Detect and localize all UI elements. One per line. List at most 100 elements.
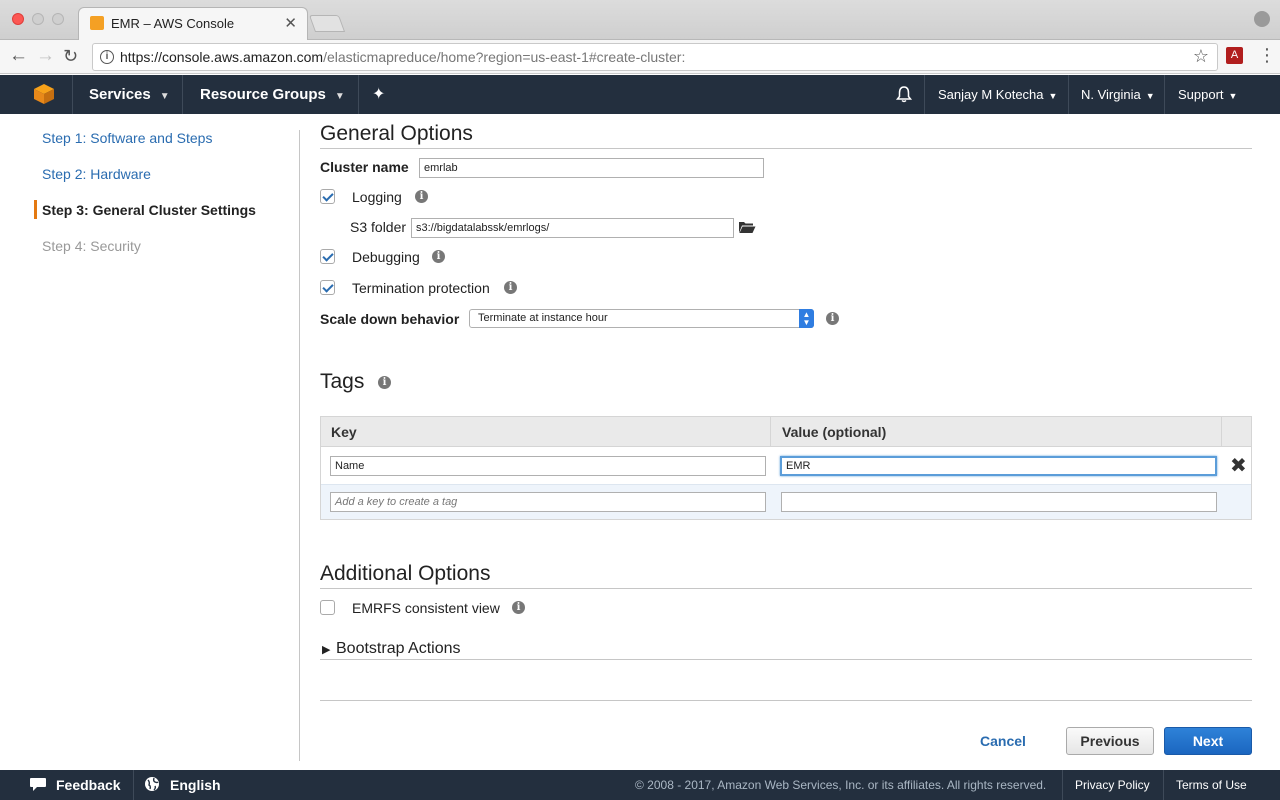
logging-checkbox[interactable] bbox=[320, 189, 335, 204]
next-button[interactable]: Next bbox=[1164, 727, 1252, 755]
profile-icon[interactable] bbox=[1254, 11, 1270, 27]
url-text: https://console.aws.amazon.com/elasticma… bbox=[120, 49, 685, 65]
region-menu[interactable]: N. Virginia ▼ bbox=[1081, 87, 1155, 102]
browser-menu-icon[interactable]: ⋮ bbox=[1258, 45, 1276, 65]
chevron-down-icon: ▼ bbox=[159, 91, 170, 102]
privacy-policy-link[interactable]: Privacy Policy bbox=[1075, 778, 1150, 792]
back-arrow-icon[interactable]: ← bbox=[9, 44, 28, 68]
emrfs-checkbox[interactable] bbox=[320, 600, 335, 615]
s3-folder-input[interactable]: s3://bigdatalabssk/emrlogs/ bbox=[411, 218, 734, 238]
aws-cube-logo-icon[interactable] bbox=[33, 83, 55, 105]
section-divider bbox=[320, 659, 1252, 660]
tab-close-icon[interactable]: ✕ bbox=[284, 14, 297, 32]
tag-value-input[interactable]: EMR bbox=[780, 456, 1217, 476]
info-icon[interactable]: i bbox=[512, 601, 525, 614]
tag-key-input[interactable]: Name bbox=[330, 456, 766, 476]
feedback-link[interactable]: Feedback bbox=[56, 777, 121, 793]
nav-separator bbox=[1068, 75, 1069, 114]
emrfs-label: EMRFS consistent view bbox=[352, 600, 500, 616]
nav-separator bbox=[924, 75, 925, 114]
folder-open-icon[interactable] bbox=[738, 220, 756, 234]
new-tag-key-placeholder: Add a key to create a tag bbox=[335, 496, 458, 508]
tags-table-header: Key Value (optional) bbox=[321, 417, 1251, 447]
forward-arrow-icon[interactable]: → bbox=[36, 44, 55, 68]
minimize-window-button[interactable] bbox=[32, 13, 44, 25]
info-icon[interactable]: i bbox=[504, 281, 517, 294]
remove-tag-icon[interactable]: ✖ bbox=[1230, 456, 1247, 476]
column-header-value: Value (optional) bbox=[782, 424, 887, 440]
active-step-marker bbox=[34, 200, 37, 219]
site-info-icon[interactable]: i bbox=[100, 50, 114, 64]
new-tab-button[interactable] bbox=[308, 15, 346, 32]
pin-icon[interactable]: ✦ bbox=[372, 84, 385, 104]
chevron-down-icon: ▼ bbox=[1145, 91, 1155, 101]
scale-down-label: Scale down behavior bbox=[320, 311, 460, 327]
expand-triangle-icon[interactable]: ▶ bbox=[322, 643, 330, 656]
general-options-title: General Options bbox=[320, 122, 473, 145]
section-divider bbox=[320, 588, 1252, 589]
nav-separator bbox=[1164, 75, 1165, 114]
tab-title: EMR – AWS Console bbox=[111, 16, 235, 31]
scale-down-select[interactable]: Terminate at instance hour ▲ ▼ bbox=[469, 309, 814, 328]
aws-favicon-icon bbox=[90, 16, 104, 30]
copyright-text: © 2008 - 2017, Amazon Web Services, Inc.… bbox=[635, 778, 1047, 792]
cluster-name-input[interactable]: emrlab bbox=[419, 158, 764, 178]
user-menu[interactable]: Sanjay M Kotecha ▼ bbox=[938, 87, 1057, 102]
previous-button[interactable]: Previous bbox=[1066, 727, 1154, 755]
bookmark-star-icon[interactable]: ☆ bbox=[1193, 46, 1209, 67]
language-selector[interactable]: English bbox=[170, 777, 221, 793]
cancel-button[interactable]: Cancel bbox=[968, 727, 1038, 755]
scale-down-value: Terminate at instance hour bbox=[478, 312, 608, 324]
step-general-cluster-settings: Step 3: General Cluster Settings bbox=[42, 202, 256, 218]
browser-tab[interactable]: EMR – AWS Console ✕ bbox=[78, 7, 308, 40]
console-footer: Feedback English © 2008 - 2017, Amazon W… bbox=[0, 770, 1280, 800]
close-window-button[interactable] bbox=[12, 13, 24, 25]
new-tag-key-input[interactable]: Add a key to create a tag bbox=[330, 492, 766, 512]
browser-toolbar: ← → ↻ i https://console.aws.amazon.com/e… bbox=[0, 40, 1280, 74]
aws-top-nav: Services ▼ Resource Groups ▼ ✦ Sanjay M Ko… bbox=[0, 75, 1280, 114]
support-menu[interactable]: Support ▼ bbox=[1178, 87, 1237, 102]
debugging-checkbox[interactable] bbox=[320, 249, 335, 264]
globe-icon bbox=[145, 777, 159, 791]
termination-protection-label: Termination protection bbox=[352, 280, 490, 296]
step-hardware[interactable]: Step 2: Hardware bbox=[42, 166, 151, 182]
info-icon[interactable]: i bbox=[826, 312, 839, 325]
services-label: Services bbox=[89, 86, 151, 103]
cluster-name-label: Cluster name bbox=[320, 159, 409, 175]
url-host: https://console.aws.amazon.com bbox=[120, 49, 324, 65]
nav-separator bbox=[72, 75, 73, 114]
chevron-down-icon: ▼ bbox=[334, 91, 345, 102]
info-icon[interactable]: i bbox=[432, 250, 445, 263]
footer-separator bbox=[1163, 770, 1164, 800]
debugging-label: Debugging bbox=[352, 249, 420, 265]
address-bar[interactable]: i https://console.aws.amazon.com/elastic… bbox=[92, 43, 1218, 71]
pdf-extension-icon[interactable]: A bbox=[1226, 47, 1243, 64]
speech-bubble-icon bbox=[30, 778, 46, 791]
nav-separator bbox=[358, 75, 359, 114]
new-tag-value-input[interactable] bbox=[781, 492, 1217, 512]
info-icon[interactable]: i bbox=[378, 376, 391, 389]
vertical-divider bbox=[299, 130, 300, 761]
info-icon[interactable]: i bbox=[415, 190, 428, 203]
nav-separator bbox=[182, 75, 183, 114]
region-name: N. Virginia bbox=[1081, 87, 1141, 102]
step-software-and-steps[interactable]: Step 1: Software and Steps bbox=[42, 130, 212, 146]
section-divider bbox=[320, 148, 1252, 149]
zoom-window-button[interactable] bbox=[52, 13, 64, 25]
services-menu[interactable]: Services ▼ bbox=[89, 86, 170, 103]
chevron-down-icon: ▼ bbox=[1048, 91, 1058, 101]
terms-of-use-link[interactable]: Terms of Use bbox=[1176, 778, 1247, 792]
column-separator bbox=[1221, 417, 1222, 447]
bell-icon[interactable] bbox=[894, 84, 914, 104]
resource-groups-menu[interactable]: Resource Groups ▼ bbox=[200, 86, 345, 103]
user-name: Sanjay M Kotecha bbox=[938, 87, 1044, 102]
additional-options-title: Additional Options bbox=[320, 562, 491, 585]
logging-label: Logging bbox=[352, 189, 402, 205]
reload-icon[interactable]: ↻ bbox=[63, 44, 78, 68]
url-path: /elasticmapreduce/home?region=us-east-1#… bbox=[323, 49, 686, 65]
column-header-key: Key bbox=[331, 424, 357, 440]
support-label: Support bbox=[1178, 87, 1224, 102]
bootstrap-actions-toggle[interactable]: Bootstrap Actions bbox=[336, 640, 461, 658]
tags-title: Tags bbox=[320, 370, 365, 393]
termination-protection-checkbox[interactable] bbox=[320, 280, 335, 295]
